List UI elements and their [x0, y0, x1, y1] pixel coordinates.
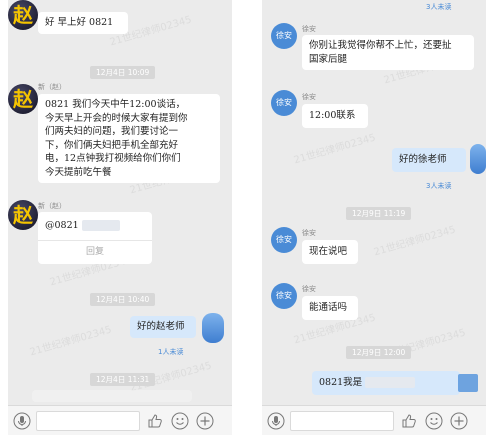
- sender-name: 徐安: [302, 25, 316, 33]
- sender-name: 徐安: [302, 93, 316, 101]
- timestamp: 12月4日 10:40: [90, 293, 156, 306]
- avatar[interactable]: 徐安: [271, 283, 297, 309]
- redacted-block: [81, 220, 120, 231]
- chat-panel-right: 21世纪律师02345 21世纪律师02345 21世纪律师02345 21世纪…: [262, 0, 486, 435]
- avatar[interactable]: 赵: [8, 84, 38, 114]
- watermark: 21世纪律师02345: [292, 132, 377, 167]
- message-bubble[interactable]: 12:00联系: [302, 104, 368, 128]
- timestamp: 12月4日 10:09: [90, 66, 156, 79]
- emoji-icon[interactable]: [425, 412, 443, 430]
- avatar[interactable]: [470, 144, 486, 174]
- microphone-icon[interactable]: [267, 412, 285, 430]
- message-line: 电，12点钟我打视频给你们你们: [45, 153, 181, 164]
- read-status[interactable]: 3人未读: [426, 181, 451, 191]
- input-bar: [262, 405, 486, 435]
- chat-panel-left: 21世纪律师02345 21世纪律师02345 21世纪律师02345 21世纪…: [8, 0, 232, 435]
- plus-icon[interactable]: [450, 412, 468, 430]
- message-bubble[interactable]: 好的赵老师: [130, 316, 196, 338]
- watermark: 21世纪律师02345: [372, 224, 457, 259]
- avatar[interactable]: 徐安: [271, 227, 297, 253]
- redacted-block: [365, 377, 416, 388]
- sender-name: 徐安: [302, 229, 316, 237]
- input-bar: [8, 405, 232, 435]
- message-bubble[interactable]: 0821我是: [312, 371, 460, 395]
- message-line: 们两夫妇的问题，我们要讨论一: [45, 126, 179, 137]
- message-bubble[interactable]: 好 早上好 0821: [38, 12, 128, 34]
- sender-name: 新（赵）: [38, 202, 66, 210]
- message-bubble[interactable]: 0821 我们今天中午12:00谈话， 今天早上开会的时候大家有提到你 们两夫妇…: [38, 94, 220, 183]
- timestamp: 12月9日 11:19: [346, 207, 412, 220]
- message-bubble[interactable]: 你别让我觉得你帮不上忙，还要扯 国家后腿: [302, 35, 474, 70]
- message-text: 0821我是: [319, 377, 363, 388]
- message-bubble[interactable]: 能通话吗: [302, 296, 358, 320]
- avatar[interactable]: 徐安: [271, 90, 297, 116]
- message-line: 今天提前吃午餐: [45, 166, 112, 178]
- read-status[interactable]: 3人未读: [426, 2, 451, 12]
- avatar[interactable]: 徐安: [271, 23, 297, 49]
- avatar[interactable]: [202, 313, 224, 343]
- emoji-icon[interactable]: [171, 412, 189, 430]
- message-bubble[interactable]: @0821: [38, 212, 152, 240]
- mention-text: @0821: [45, 220, 79, 231]
- avatar[interactable]: 赵: [8, 0, 38, 30]
- message-line: 0821 我们今天中午12:00谈话，: [45, 99, 186, 110]
- timestamp: 12月4日 11:31: [90, 373, 156, 386]
- microphone-icon[interactable]: [13, 412, 31, 430]
- message-line: 你别让我觉得你帮不上忙，还要扯: [309, 40, 452, 51]
- watermark: 21世纪律师02345: [28, 324, 113, 359]
- message-bubble[interactable]: 好的徐老师: [392, 148, 466, 172]
- message-bubble[interactable]: 现在说吧: [302, 240, 358, 264]
- message-input[interactable]: [36, 411, 140, 431]
- avatar[interactable]: [458, 374, 478, 392]
- avatar[interactable]: 赵: [8, 200, 38, 230]
- read-status[interactable]: 1人未读: [158, 347, 183, 357]
- partial-message: [32, 390, 192, 402]
- thumbs-up-icon[interactable]: [400, 412, 418, 430]
- sender-name: 徐安: [302, 285, 316, 293]
- plus-icon[interactable]: [196, 412, 214, 430]
- message-line: 下，你们俩夫妇把手机全部充好: [45, 139, 179, 151]
- sender-name: 新（赵）: [38, 83, 66, 91]
- message-line: 国家后腿: [309, 53, 348, 65]
- message-input[interactable]: [290, 411, 394, 431]
- message-line: 今天早上开会的时候大家有提到你: [45, 112, 188, 124]
- reply-button[interactable]: 回复: [38, 240, 152, 264]
- thumbs-up-icon[interactable]: [146, 412, 164, 430]
- timestamp: 12月9日 12:00: [346, 346, 412, 359]
